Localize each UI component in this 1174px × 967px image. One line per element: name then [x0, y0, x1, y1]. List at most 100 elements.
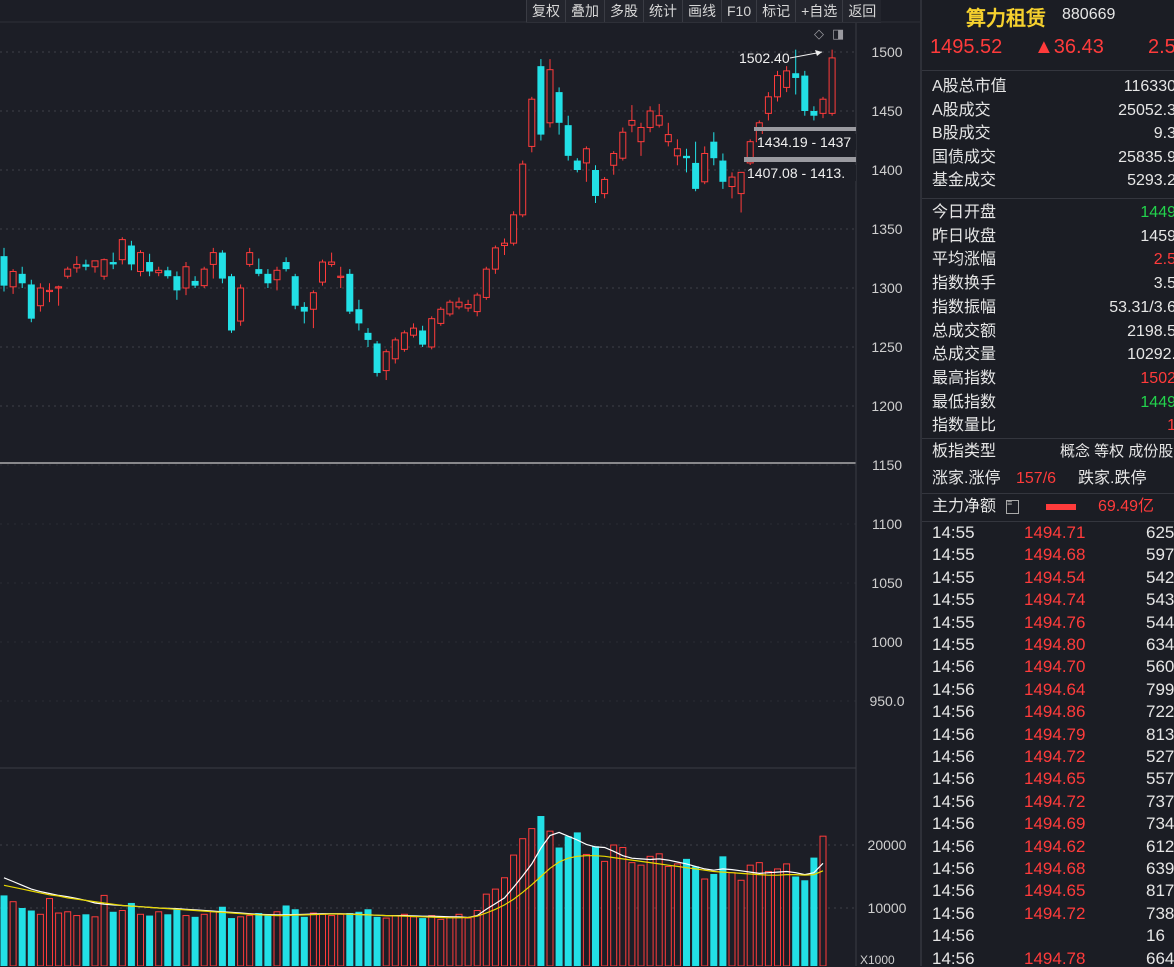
stat-row: 总成交量 10292. — [932, 343, 1174, 366]
add-watchlist-button[interactable]: +自选 — [795, 0, 842, 22]
volume-bar — [127, 902, 135, 966]
tick-volume: 543 — [1146, 590, 1174, 610]
volume-bar — [228, 918, 235, 966]
volume-bar — [246, 915, 254, 966]
tick-price: 1494.54 — [1024, 567, 1086, 587]
stat-label: 总成交额 — [932, 322, 997, 340]
stat-label: 最高指数 — [932, 369, 997, 387]
stat-row: 指数振幅 53.31/3.6 — [932, 296, 1174, 319]
tick-time: 14:56 — [932, 702, 975, 722]
candle — [237, 284, 245, 326]
volume-bar — [673, 863, 681, 966]
tick-time: 14:56 — [932, 657, 975, 677]
overlay-button[interactable]: 叠加 — [565, 0, 604, 22]
candle — [446, 299, 454, 317]
volume-bar — [573, 832, 581, 966]
price-tick-label: 1100 — [871, 516, 903, 532]
tick-volume: 625 — [1146, 523, 1174, 542]
volume-bar — [737, 879, 745, 966]
f10-button[interactable]: F10 — [721, 0, 756, 22]
index-code: 880669 — [1062, 6, 1116, 23]
tick-price: 1494.68 — [1024, 859, 1086, 878]
volume-bar — [446, 916, 454, 966]
tick-volume: 612 — [1146, 836, 1174, 856]
volume-bar — [218, 906, 226, 966]
candle — [510, 211, 518, 246]
tick-time: 14:56 — [932, 747, 975, 766]
stat-label: 今日开盘 — [932, 204, 997, 221]
tick-volume: 737 — [1146, 791, 1174, 811]
candle — [482, 266, 490, 300]
volume-bar — [528, 828, 536, 966]
stat-label: 最低指数 — [932, 393, 997, 411]
tick-time: 14:56 — [932, 814, 975, 834]
stat-label: 指数振幅 — [932, 298, 997, 316]
candle — [519, 160, 527, 218]
stat-value: 1449 — [1140, 204, 1174, 221]
volume-bar — [346, 913, 354, 966]
volume-bar — [482, 893, 490, 966]
volume-bar — [464, 917, 472, 966]
tick-volume: 557 — [1146, 769, 1174, 789]
volume-bar — [382, 917, 390, 966]
candle — [373, 341, 381, 377]
volume-bar — [164, 914, 172, 966]
volume-bar — [746, 864, 754, 966]
fall-label: 跌家.跌停 — [1078, 470, 1147, 487]
price-tick-label: 1350 — [871, 221, 903, 237]
high-price-label: 1502.40 — [739, 50, 790, 66]
statistics-button[interactable]: 统计 — [643, 0, 682, 22]
tick-volume: 738 — [1146, 903, 1174, 923]
tick-volume: 634 — [1146, 635, 1174, 654]
tick-volume: 664 — [1146, 948, 1174, 966]
tick-price: 1494.76 — [1024, 612, 1086, 632]
stat-value: 5293.2 — [1127, 172, 1174, 189]
candle — [746, 139, 754, 168]
main-fund-value: 69.49亿 — [1098, 498, 1155, 515]
stat-value: 1449 — [1140, 393, 1174, 411]
candle — [537, 59, 545, 141]
volume-bar — [755, 862, 763, 966]
volume-bar — [319, 913, 326, 966]
back-button[interactable]: 返回 — [842, 0, 881, 22]
mark-button[interactable]: 标记 — [756, 0, 795, 22]
tick-price: 1494.64 — [1024, 679, 1086, 699]
stat-label: 国债成交 — [932, 148, 997, 166]
tick-price: 1494.79 — [1024, 724, 1086, 744]
stat-value: 116330 — [1123, 78, 1174, 95]
volume-bar — [783, 863, 791, 966]
volume-bar — [701, 878, 709, 966]
draw-line-button[interactable]: 画线 — [682, 0, 721, 22]
volume-bar — [200, 913, 208, 966]
tick-time: 14:55 — [932, 612, 975, 632]
tick-time: 14:56 — [932, 791, 975, 811]
price-tick-label: 1500 — [871, 44, 903, 60]
price-tick-label: 1200 — [871, 398, 903, 414]
volume-bar — [692, 866, 700, 966]
tick-volume: 817 — [1146, 881, 1174, 901]
volume-bar — [155, 911, 163, 966]
window-icon[interactable]: ◨ — [832, 26, 844, 42]
volume-bar — [82, 914, 90, 966]
index-type-value: 概念 等权 成份股 — [1060, 443, 1174, 460]
volume-bar — [564, 836, 572, 966]
price-tick-label: 1050 — [871, 575, 903, 591]
volume-tick-label: 10000 — [867, 900, 907, 916]
candle — [528, 96, 536, 153]
tick-price: 1494.72 — [1024, 903, 1086, 923]
volume-bar — [300, 916, 308, 966]
candle — [228, 273, 235, 333]
volume-bar — [46, 898, 53, 966]
list-icon[interactable]: ≡ — [1006, 499, 1019, 514]
stat-value: 2198.5 — [1127, 322, 1174, 340]
volume-tick-label: 20000 — [867, 837, 907, 853]
candle — [619, 127, 627, 161]
multi-stock-button[interactable]: 多股 — [604, 0, 643, 22]
diamond-icon[interactable]: ◇ — [814, 26, 824, 42]
main-fund-row: 主力净额 ≡ 69.49亿 — [932, 495, 1174, 518]
volume-bar — [264, 914, 272, 966]
stat-label: A股成交 — [932, 101, 991, 119]
restore-rights-button[interactable]: 复权 — [526, 0, 565, 22]
stat-row: 基金成交 5293.2 — [932, 169, 1174, 192]
volume-bar — [373, 916, 381, 966]
